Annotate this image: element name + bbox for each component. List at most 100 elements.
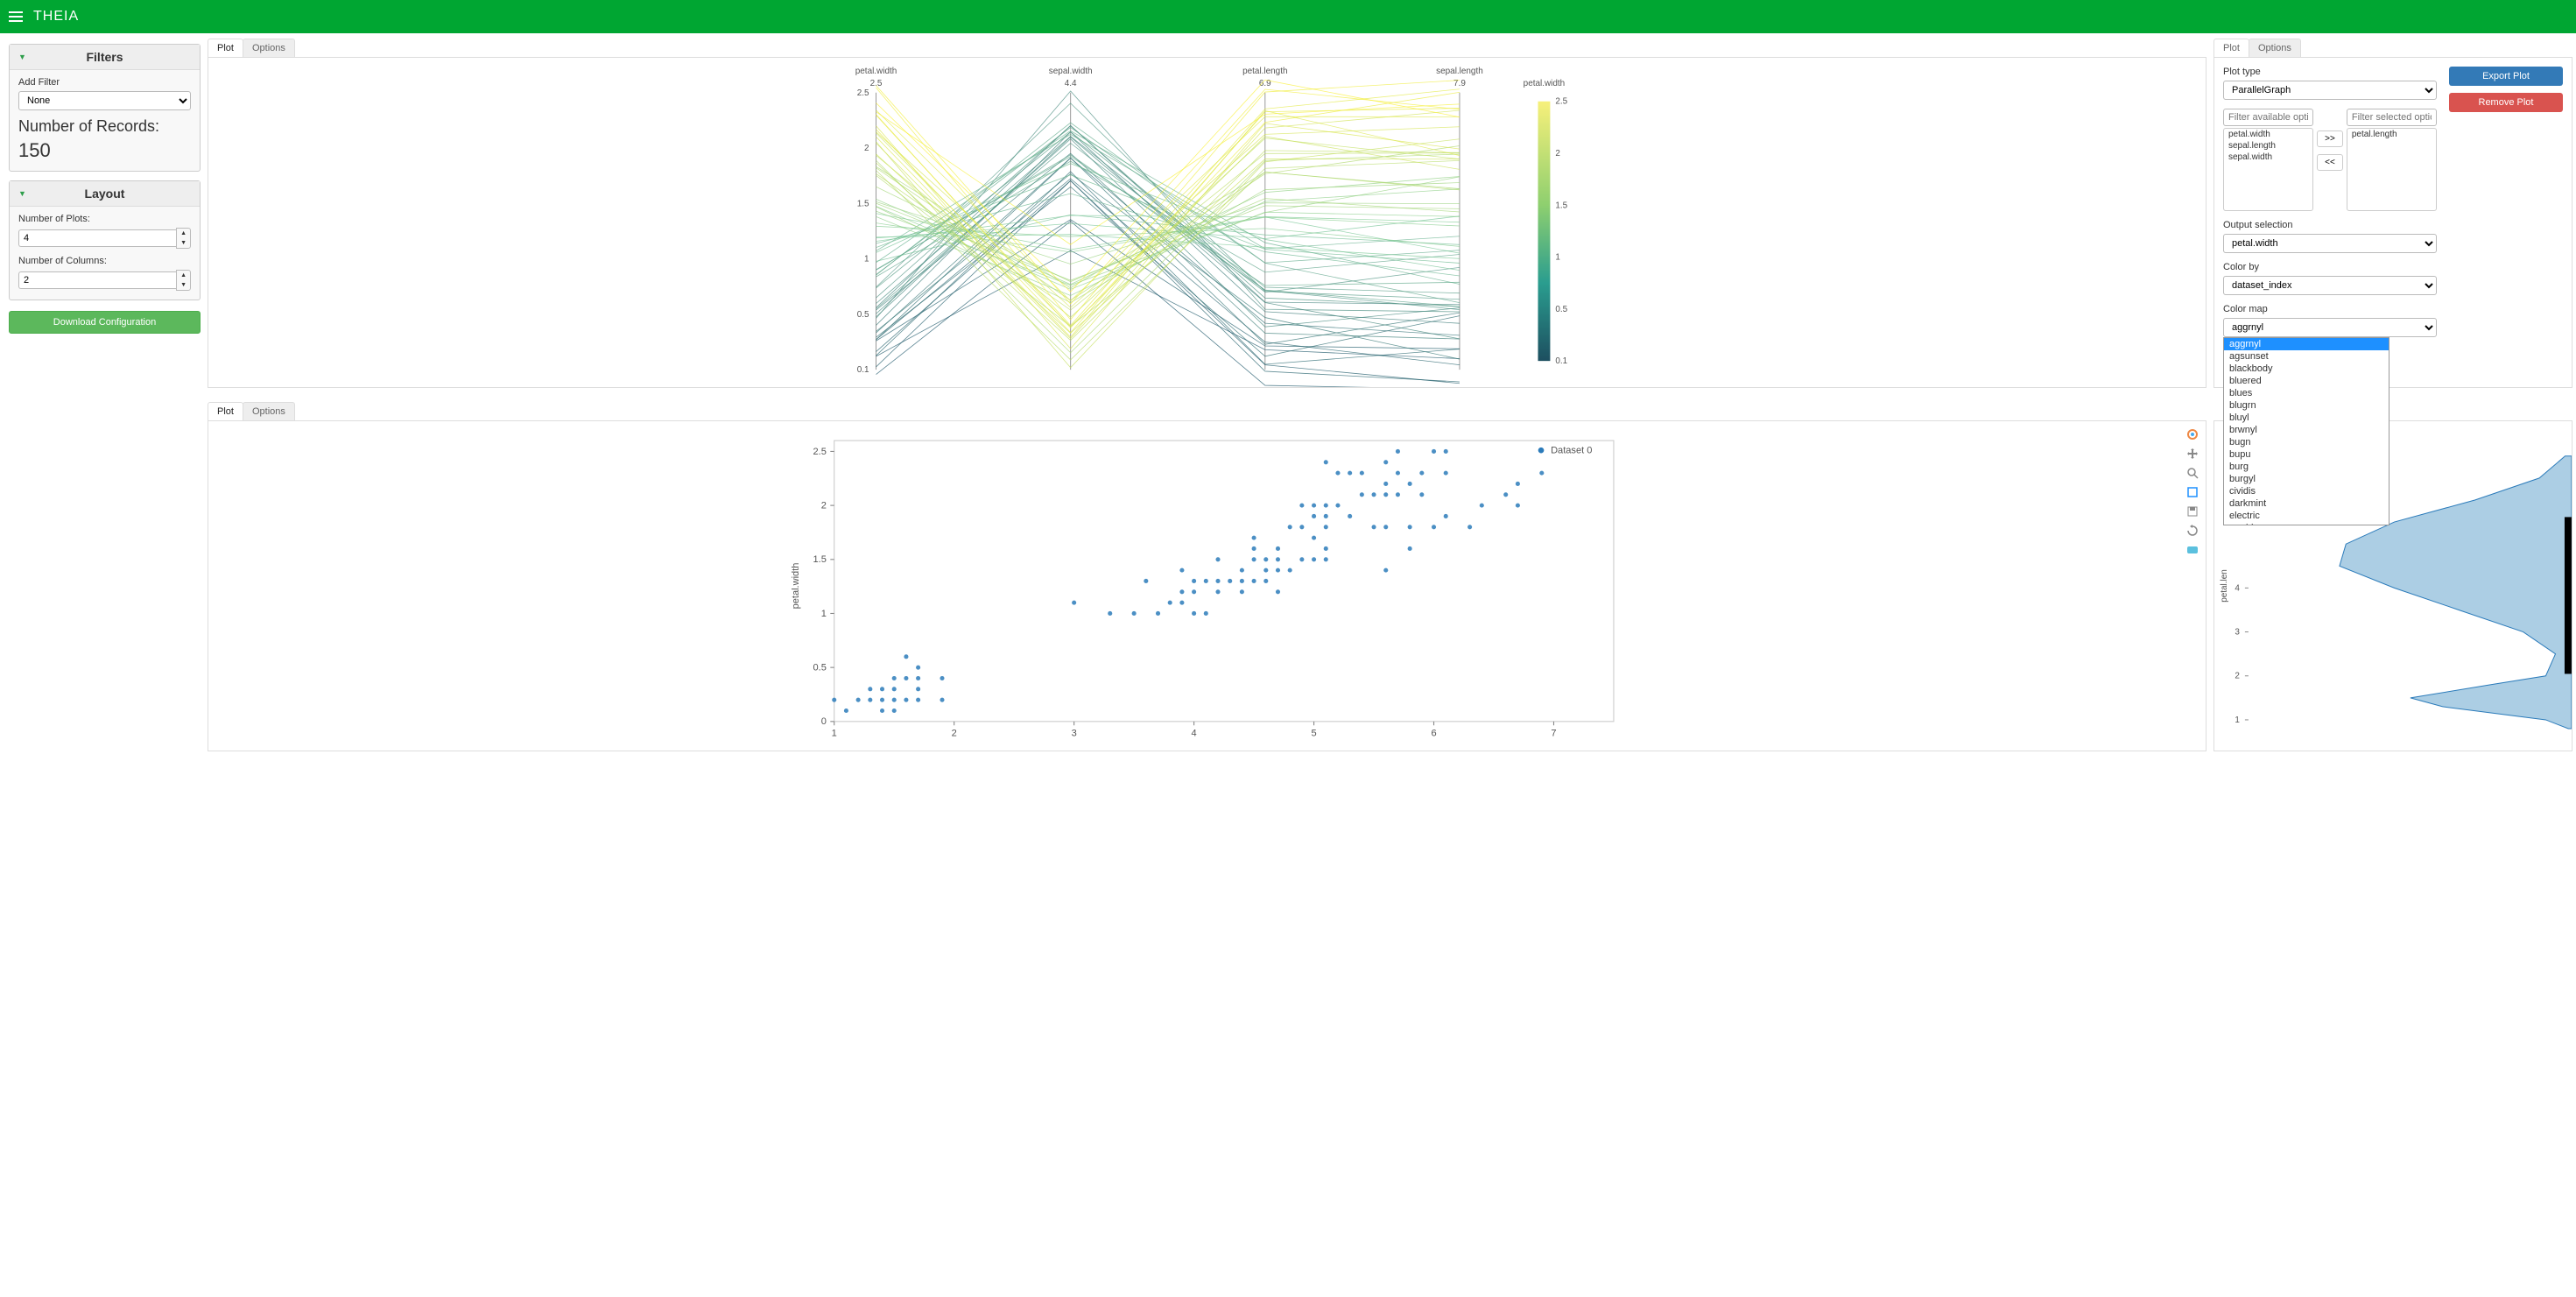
spin-up-icon[interactable]: ▲ (177, 229, 190, 238)
svg-text:0: 0 (821, 716, 827, 727)
svg-text:7: 7 (1551, 728, 1556, 738)
colorby-select[interactable]: dataset_index (2223, 276, 2437, 295)
dropdown-option[interactable]: bupu (2224, 448, 2389, 461)
svg-text:2: 2 (864, 144, 869, 153)
list-item[interactable]: sepal.length (2224, 140, 2312, 152)
move-right-button[interactable]: >> (2317, 130, 2343, 147)
dropdown-option[interactable]: aggrnyl (2224, 338, 2389, 350)
output-selection-label: Output selection (2223, 220, 2437, 230)
dropdown-option[interactable]: bluyl (2224, 412, 2389, 424)
dropdown-option[interactable]: brwnyl (2224, 424, 2389, 436)
plot-type-label: Plot type (2223, 67, 2437, 77)
svg-text:5: 5 (1311, 728, 1316, 738)
colormap-dropdown-open[interactable]: aggrnylagsunsetblackbodyblueredbluesblug… (2223, 337, 2389, 525)
dropdown-option[interactable]: cividis (2224, 485, 2389, 497)
selected-list[interactable]: petal.length (2347, 128, 2437, 211)
dropdown-option[interactable]: agsunset (2224, 350, 2389, 363)
plot-type-select[interactable]: ParallelGraph (2223, 81, 2437, 100)
hover-icon[interactable] (2185, 542, 2200, 558)
svg-text:3: 3 (1072, 728, 1077, 738)
colorby-label: Color by (2223, 262, 2437, 272)
move-left-button[interactable]: << (2317, 154, 2343, 171)
filter-available-input[interactable] (2223, 109, 2313, 126)
dropdown-option[interactable]: burg (2224, 461, 2389, 473)
layout-panel: ▼ Layout Number of Plots: ▲▼ Number of C… (9, 180, 201, 300)
num-cols-label: Number of Columns: (18, 256, 191, 266)
layout-panel-header[interactable]: ▼ Layout (10, 181, 200, 207)
output-selection-select[interactable]: petal.width (2223, 234, 2437, 253)
svg-text:1: 1 (864, 255, 869, 264)
svg-text:2.5: 2.5 (857, 88, 869, 98)
list-item[interactable]: petal.width (2224, 129, 2312, 140)
svg-text:2: 2 (2235, 672, 2240, 681)
tab-plot[interactable]: Plot (208, 402, 243, 420)
dropdown-option[interactable]: bugn (2224, 436, 2389, 448)
svg-text:1: 1 (821, 609, 827, 619)
svg-text:2: 2 (821, 500, 827, 511)
collapse-icon: ▼ (18, 53, 26, 61)
list-item[interactable]: petal.length (2347, 129, 2436, 140)
tab-options[interactable]: Options (2249, 39, 2301, 57)
plot-toolbar (2185, 426, 2200, 561)
svg-text:2.5: 2.5 (813, 447, 827, 457)
svg-text:petal.width: petal.width (855, 67, 897, 76)
tab-plot[interactable]: Plot (2214, 39, 2249, 57)
spin-up-icon[interactable]: ▲ (177, 271, 190, 280)
svg-text:0.1: 0.1 (857, 365, 869, 375)
filter-selected-input[interactable] (2347, 109, 2437, 126)
export-plot-button[interactable]: Export Plot (2449, 67, 2563, 86)
colormap-label: Color map (2223, 304, 2437, 314)
filters-panel-header[interactable]: ▼ Filters (10, 45, 200, 70)
colormap-select[interactable]: aggrnyl (2223, 318, 2437, 337)
svg-text:2.5: 2.5 (870, 79, 883, 88)
pan-icon[interactable] (2185, 446, 2200, 462)
filters-panel: ▼ Filters Add Filter None Number of Reco… (9, 44, 201, 172)
svg-text:1.5: 1.5 (857, 199, 869, 208)
tab-options[interactable]: Options (243, 402, 295, 420)
save-icon[interactable] (2185, 504, 2200, 519)
dropdown-option[interactable]: emrld (2224, 522, 2389, 525)
svg-text:1: 1 (832, 728, 837, 738)
available-list[interactable]: petal.widthsepal.lengthsepal.width (2223, 128, 2313, 211)
svg-text:1: 1 (1555, 253, 1560, 263)
dropdown-option[interactable]: blugrn (2224, 399, 2389, 412)
svg-text:1.5: 1.5 (813, 554, 827, 565)
dropdown-option[interactable]: blackbody (2224, 363, 2389, 375)
spin-down-icon[interactable]: ▼ (177, 280, 190, 290)
svg-text:7.9: 7.9 (1453, 79, 1466, 88)
svg-text:Dataset 0: Dataset 0 (1551, 445, 1592, 455)
num-plots-input[interactable] (18, 229, 176, 247)
tab-plot[interactable]: Plot (208, 39, 243, 57)
download-config-button[interactable]: Download Configuration (9, 311, 201, 334)
num-cols-input[interactable] (18, 271, 176, 289)
reset-icon[interactable] (2185, 523, 2200, 539)
remove-plot-button[interactable]: Remove Plot (2449, 93, 2563, 112)
list-item[interactable]: sepal.width (2224, 152, 2312, 163)
svg-text:0.1: 0.1 (1555, 356, 1567, 366)
bokeh-logo-icon[interactable] (2185, 426, 2200, 442)
add-filter-select[interactable]: None (18, 91, 191, 110)
hamburger-icon[interactable] (9, 9, 23, 25)
dropdown-option[interactable]: darkmint (2224, 497, 2389, 510)
dropdown-option[interactable]: blues (2224, 387, 2389, 399)
svg-text:2: 2 (952, 728, 957, 738)
zoom-icon[interactable] (2185, 465, 2200, 481)
dropdown-option[interactable]: electric (2224, 510, 2389, 522)
sidebar: ▼ Filters Add Filter None Number of Reco… (0, 33, 204, 1297)
svg-text:1: 1 (2235, 715, 2240, 725)
layout-title: Layout (85, 187, 125, 201)
scatter-plot[interactable]: 123456700.511.522.5petal.widthDataset 0 (208, 420, 2206, 751)
svg-text:sepal.length: sepal.length (1436, 67, 1483, 76)
svg-text:petal.length: petal.length (1242, 67, 1287, 76)
spin-down-icon[interactable]: ▼ (177, 238, 190, 248)
svg-text:0.5: 0.5 (857, 310, 869, 320)
svg-text:6: 6 (1431, 728, 1436, 738)
parallel-coords-plot[interactable]: petal.width2.5sepal.width4.4petal.length… (208, 57, 2206, 388)
tab-options[interactable]: Options (243, 39, 295, 57)
header-bar: THEIA (0, 0, 2576, 33)
dropdown-option[interactable]: bluered (2224, 375, 2389, 387)
dropdown-option[interactable]: burgyl (2224, 473, 2389, 485)
svg-text:petal.width: petal.width (1524, 79, 1566, 88)
box-zoom-icon[interactable] (2185, 484, 2200, 500)
filters-title: Filters (86, 50, 123, 64)
